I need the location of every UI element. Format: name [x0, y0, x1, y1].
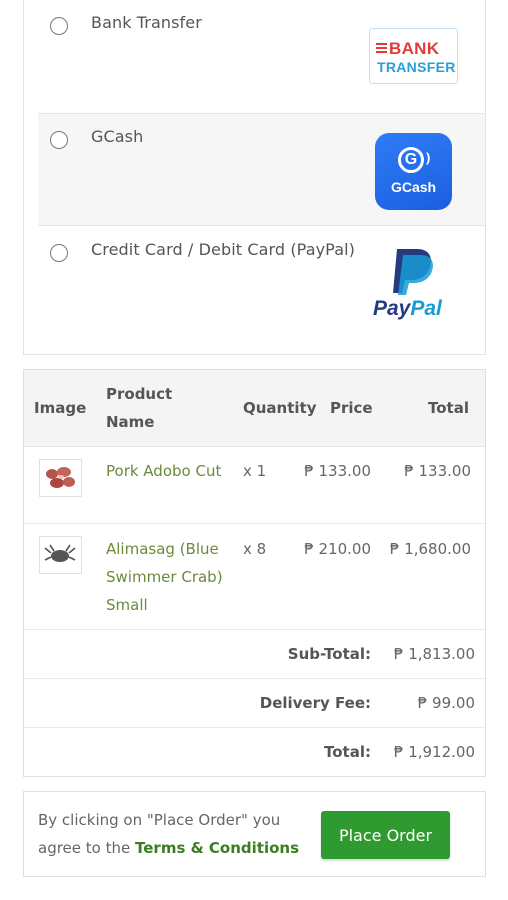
table-row: Alimasag (Blue Swimmer Crab) Small x 8 ₱… [24, 525, 485, 630]
payment-label: Credit Card / Debit Card (PayPal) [91, 240, 356, 259]
product-qty: x 8 [243, 540, 267, 558]
gcash-wave-icon: ) [426, 150, 431, 165]
subtotal-label: Sub-Total: [287, 645, 371, 663]
product-total: ₱ 1,680.00 [389, 540, 471, 558]
payment-methods-panel: Bank Transfer BANK TRANSFER GCash G ) GC… [23, 0, 486, 355]
summary-row-subtotal: Sub-Total: ₱ 1,813.00 [24, 630, 485, 679]
paypal-p-icon [393, 249, 433, 295]
payment-option-paypal[interactable]: Credit Card / Debit Card (PayPal) PayPal [24, 227, 485, 354]
place-order-panel: By clicking on "Place Order" you agree t… [23, 791, 486, 877]
total-value: ₱ 1,912.00 [393, 743, 475, 761]
payment-label: Bank Transfer [91, 13, 202, 32]
place-order-button[interactable]: Place Order [321, 811, 450, 859]
header-total: Total [428, 399, 469, 417]
payment-option-bank-transfer[interactable]: Bank Transfer BANK TRANSFER [24, 0, 485, 113]
header-product-name: Product Name [106, 385, 173, 431]
bank-logo-text: BANK [389, 39, 440, 58]
total-label: Total: [324, 743, 371, 761]
bank-stripes-icon [376, 43, 387, 55]
product-price: ₱ 133.00 [304, 462, 371, 480]
summary-row-delivery: Delivery Fee: ₱ 99.00 [24, 679, 485, 728]
product-name-link[interactable]: Alimasag (Blue Swimmer Crab) Small [106, 535, 241, 619]
paypal-logo-text: PayPal [373, 297, 442, 320]
transfer-logo-text: TRANSFER [377, 59, 456, 75]
payment-option-gcash[interactable]: GCash G ) GCash [38, 113, 485, 226]
bank-transfer-logo: BANK TRANSFER [369, 28, 458, 84]
table-header: Image Product Name Quantity Price Total [24, 370, 485, 447]
delivery-fee-label: Delivery Fee: [259, 694, 371, 712]
product-thumbnail[interactable] [39, 536, 82, 574]
gcash-g-icon: G [398, 147, 424, 173]
subtotal-value: ₱ 1,813.00 [393, 645, 475, 663]
paypal-logo: PayPal [373, 245, 459, 325]
crab-image-icon [44, 544, 76, 562]
gcash-logo: G ) GCash [375, 133, 452, 210]
summary-row-total: Total: ₱ 1,912.00 [24, 728, 485, 776]
header-image: Image [34, 399, 87, 417]
radio-gcash[interactable] [50, 131, 68, 149]
radio-paypal[interactable] [50, 244, 68, 262]
radio-bank-transfer[interactable] [50, 17, 68, 35]
payment-label: GCash [91, 127, 144, 146]
product-thumbnail[interactable] [39, 459, 82, 497]
header-price: Price [330, 399, 373, 417]
terms-conditions-link[interactable]: Terms & Conditions [135, 839, 299, 857]
product-name-link[interactable]: Pork Adobo Cut [106, 457, 241, 485]
product-qty: x 1 [243, 462, 267, 480]
product-price: ₱ 210.00 [304, 540, 371, 558]
table-row: Pork Adobo Cut x 1 ₱ 133.00 ₱ 133.00 [24, 447, 485, 524]
product-total: ₱ 133.00 [404, 462, 471, 480]
terms-notice: By clicking on "Place Order" you agree t… [38, 806, 313, 862]
delivery-fee-value: ₱ 99.00 [417, 694, 475, 712]
pork-image-icon [46, 467, 75, 488]
gcash-logo-text: GCash [390, 179, 437, 195]
header-quantity: Quantity [243, 399, 317, 417]
order-summary-table: Image Product Name Quantity Price Total … [23, 369, 486, 777]
